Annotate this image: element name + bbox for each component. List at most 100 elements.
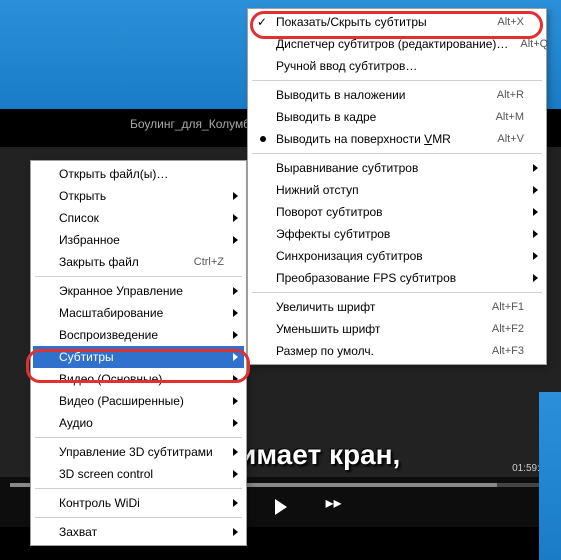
menu-item[interactable]: Размер по умолч. Alt+F3 (250, 340, 544, 362)
submenu-arrow-icon (233, 499, 238, 507)
menu-item-label: Открыть файл(ы)… (59, 167, 224, 181)
menu-item[interactable]: Захват (33, 521, 244, 543)
menu-item-label: Ручной ввод субтитров… (276, 59, 524, 73)
menu-item-label: Масштабирование (59, 306, 224, 320)
context-menu-main: Открыть файл(ы)…ОткрытьСписокИзбранноеЗа… (30, 160, 247, 546)
desktop-background (539, 392, 561, 560)
submenu-arrow-icon (233, 419, 238, 427)
menu-item-shortcut: Alt+V (497, 133, 524, 145)
menu-item-label: Закрыть файл (59, 255, 182, 269)
submenu-arrow-icon (533, 252, 538, 260)
menu-item[interactable]: Видео (Основные) (33, 368, 244, 390)
menu-item-label: Преобразование FPS субтитров (276, 271, 524, 285)
menu-item[interactable]: Поворот субтитров (250, 201, 544, 223)
menu-item-label: Уменьшить шрифт (276, 322, 480, 336)
menu-item[interactable]: Закрыть файл Ctrl+Z (33, 251, 244, 273)
menu-item-label: Выравнивание субтитров (276, 161, 524, 175)
menu-item[interactable]: Аудио (33, 412, 244, 434)
menu-item-shortcut: Alt+M (496, 111, 524, 123)
submenu-arrow-icon (233, 192, 238, 200)
radio-dot-icon (260, 136, 266, 142)
menu-item-label: Открыть (59, 189, 224, 203)
menu-item-shortcut: Alt+X (497, 16, 524, 28)
menu-item-label: Увеличить шрифт (276, 300, 480, 314)
menu-item[interactable]: Выводить в наложении Alt+R (250, 84, 544, 106)
submenu-arrow-icon (233, 397, 238, 405)
menu-item-label: Список (59, 211, 224, 225)
menu-item-label: Воспроизведение (59, 328, 224, 342)
menu-item-label: Экранное Управление (59, 284, 224, 298)
menu-item-label: Выводить в наложении (276, 88, 485, 102)
menu-separator (35, 276, 242, 277)
menu-item-shortcut: Ctrl+Z (194, 256, 224, 268)
menu-item[interactable]: Синхронизация субтитров (250, 245, 544, 267)
menu-item[interactable]: Ручной ввод субтитров… (250, 55, 544, 77)
menu-item[interactable]: Преобразование FPS субтитров (250, 267, 544, 289)
menu-item[interactable]: Субтитры (33, 346, 244, 368)
menu-item[interactable]: Нижний отступ (250, 179, 544, 201)
menu-item-label: Диспетчер субтитров (редактирование)… (276, 37, 508, 51)
submenu-arrow-icon (233, 375, 238, 383)
submenu-arrow-icon (233, 214, 238, 222)
menu-item-shortcut: Alt+Q (520, 38, 548, 50)
menu-separator (252, 80, 542, 81)
play-button[interactable] (275, 499, 287, 515)
menu-separator (35, 437, 242, 438)
menu-item-label: Эффекты субтитров (276, 227, 524, 241)
submenu-arrow-icon (233, 309, 238, 317)
menu-item[interactable]: Диспетчер субтитров (редактирование)…Alt… (250, 33, 544, 55)
menu-separator (252, 292, 542, 293)
menu-item[interactable]: 3D screen control (33, 463, 244, 485)
menu-separator (252, 153, 542, 154)
submenu-arrow-icon (233, 236, 238, 244)
menu-item-label: Субтитры (59, 350, 224, 364)
submenu-arrow-icon (533, 274, 538, 282)
submenu-arrow-icon (233, 353, 238, 361)
menu-item-label: Нижний отступ (276, 183, 524, 197)
check-icon: ✓ (257, 15, 267, 29)
menu-item-label: Размер по умолч. (276, 344, 480, 358)
menu-item[interactable]: Масштабирование (33, 302, 244, 324)
menu-item[interactable]: Контроль WiDi (33, 492, 244, 514)
menu-item-label: Захват (59, 525, 224, 539)
menu-item[interactable]: Эффекты субтитров (250, 223, 544, 245)
menu-separator (35, 517, 242, 518)
menu-item-label: Синхронизация субтитров (276, 249, 524, 263)
menu-item-label: Выводить в кадре (276, 110, 484, 124)
menu-item[interactable]: Управление 3D субтитрами (33, 441, 244, 463)
submenu-arrow-icon (233, 470, 238, 478)
menu-item-label: Видео (Расширенные) (59, 394, 224, 408)
context-menu-subtitles: ✓ Показать/Скрыть субтитры Alt+X Диспетчер … (247, 8, 547, 365)
submenu-arrow-icon (533, 230, 538, 238)
menu-item[interactable]: Выводить в кадре Alt+M (250, 106, 544, 128)
menu-item[interactable]: Выводить на поверхности VMRAlt+V (250, 128, 544, 150)
menu-item[interactable]: Уменьшить шрифтAlt+F2 (250, 318, 544, 340)
menu-item[interactable]: Избранное (33, 229, 244, 251)
menu-item[interactable]: Видео (Расширенные) (33, 390, 244, 412)
menu-item[interactable]: Открыть (33, 185, 244, 207)
submenu-arrow-icon (233, 528, 238, 536)
menu-item[interactable]: Экранное Управление (33, 280, 244, 302)
menu-item[interactable]: Выравнивание субтитров (250, 157, 544, 179)
menu-item[interactable]: Увеличить шрифт Alt+F1 (250, 296, 544, 318)
submenu-arrow-icon (533, 186, 538, 194)
submenu-arrow-icon (533, 208, 538, 216)
submenu-arrow-icon (533, 164, 538, 172)
submenu-arrow-icon (233, 448, 238, 456)
menu-item-label: Аудио (59, 416, 224, 430)
menu-item[interactable]: ✓ Показать/Скрыть субтитры Alt+X (250, 11, 544, 33)
menu-item[interactable]: Открыть файл(ы)… (33, 163, 244, 185)
menu-item-label: 3D screen control (59, 467, 224, 481)
menu-item-label: Поворот субтитров (276, 205, 524, 219)
menu-item-shortcut: Alt+F3 (492, 345, 524, 357)
menu-item-label: Контроль WiDi (59, 496, 224, 510)
menu-item-shortcut: Alt+F1 (492, 301, 524, 313)
submenu-arrow-icon (233, 331, 238, 339)
next-button[interactable]: ▸▸ (326, 493, 342, 513)
menu-item-label: Показать/Скрыть субтитры (276, 15, 485, 29)
menu-item[interactable]: Список (33, 207, 244, 229)
menu-item-label: Управление 3D субтитрами (59, 445, 224, 459)
menu-separator (35, 488, 242, 489)
menu-item[interactable]: Воспроизведение (33, 324, 244, 346)
menu-item-shortcut: Alt+R (497, 89, 524, 101)
